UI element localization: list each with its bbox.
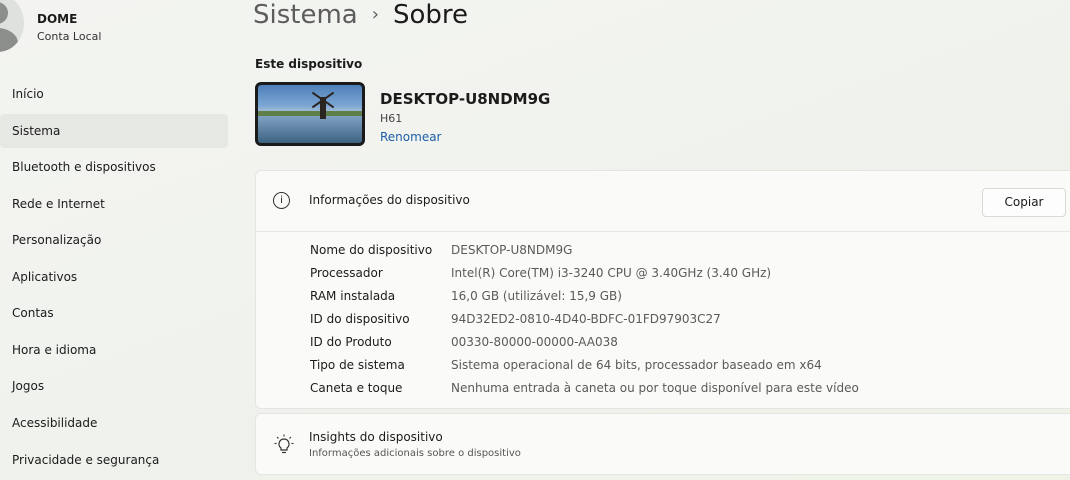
insights-card[interactable]: Insights do dispositivo Informações adic… [255, 413, 1070, 475]
avatar[interactable] [0, 0, 24, 52]
spec-label: Nome do dispositivo [310, 243, 433, 257]
sidebar: DOME Conta Local Início Sistema Bluetoot… [0, 0, 240, 480]
spec-label: ID do dispositivo [310, 312, 410, 326]
sidebar-item-jogos[interactable]: Jogos [0, 369, 228, 403]
spec-value: Nenhuma entrada à caneta ou por toque di… [451, 381, 859, 395]
page-title: Sobre [392, 0, 468, 30]
copy-button[interactable]: Copiar [982, 188, 1066, 217]
info-icon: i [273, 192, 290, 209]
spec-value: 94D32ED2-0810-4D40-BDFC-01FD97903C27 [451, 312, 721, 326]
section-title: Este dispositivo [255, 57, 363, 71]
breadcrumb-parent[interactable]: Sistema [253, 0, 358, 30]
insights-subtitle: Informações adicionais sobre o dispositi… [309, 448, 521, 459]
spec-value: 00330-80000-00000-AA038 [451, 335, 618, 349]
rename-link[interactable]: Renomear [380, 130, 442, 144]
sidebar-item-bluetooth[interactable]: Bluetooth e dispositivos [0, 150, 228, 184]
spec-label: Caneta e toque [310, 381, 403, 395]
spec-value: Sistema operacional de 64 bits, processa… [451, 358, 822, 372]
device-info-header[interactable]: i Informações do dispositivo Copiar [256, 171, 1070, 232]
breadcrumb: Sistema › Sobre [253, 0, 468, 33]
sidebar-item-rede[interactable]: Rede e Internet [0, 187, 228, 221]
device-wallpaper-thumbnail [255, 82, 365, 146]
lightbulb-icon [274, 434, 294, 454]
sidebar-item-contas[interactable]: Contas [0, 296, 228, 330]
device-model: H61 [380, 112, 403, 125]
spec-label: ID do Produto [310, 335, 392, 349]
insights-title: Insights do dispositivo [309, 430, 443, 444]
user-account-type: Conta Local [37, 30, 102, 43]
sidebar-item-hora-idioma[interactable]: Hora e idioma [0, 333, 228, 367]
spec-value: Intel(R) Core(TM) i3-3240 CPU @ 3.40GHz … [451, 266, 772, 280]
spec-value: DESKTOP-U8NDM9G [451, 243, 573, 257]
sidebar-item-privacidade[interactable]: Privacidade e segurança [0, 443, 228, 477]
person-icon [0, 2, 8, 24]
user-name: DOME [37, 12, 78, 26]
sidebar-item-inicio[interactable]: Início [0, 77, 228, 111]
sidebar-item-personalizacao[interactable]: Personalização [0, 223, 228, 257]
chevron-right-icon: › [371, 4, 379, 25]
device-info-card: i Informações do dispositivo Copiar Nome… [255, 170, 1070, 409]
sidebar-item-aplicativos[interactable]: Aplicativos [0, 260, 228, 294]
spec-label: Processador [310, 266, 383, 280]
device-info-title: Informações do dispositivo [309, 193, 470, 207]
sidebar-item-sistema[interactable]: Sistema [0, 114, 228, 148]
spec-value: 16,0 GB (utilizável: 15,9 GB) [451, 289, 622, 303]
spec-label: RAM instalada [310, 289, 396, 303]
spec-label: Tipo de sistema [310, 358, 405, 372]
device-name: DESKTOP-U8NDM9G [380, 90, 551, 108]
sidebar-item-acessibilidade[interactable]: Acessibilidade [0, 406, 228, 440]
